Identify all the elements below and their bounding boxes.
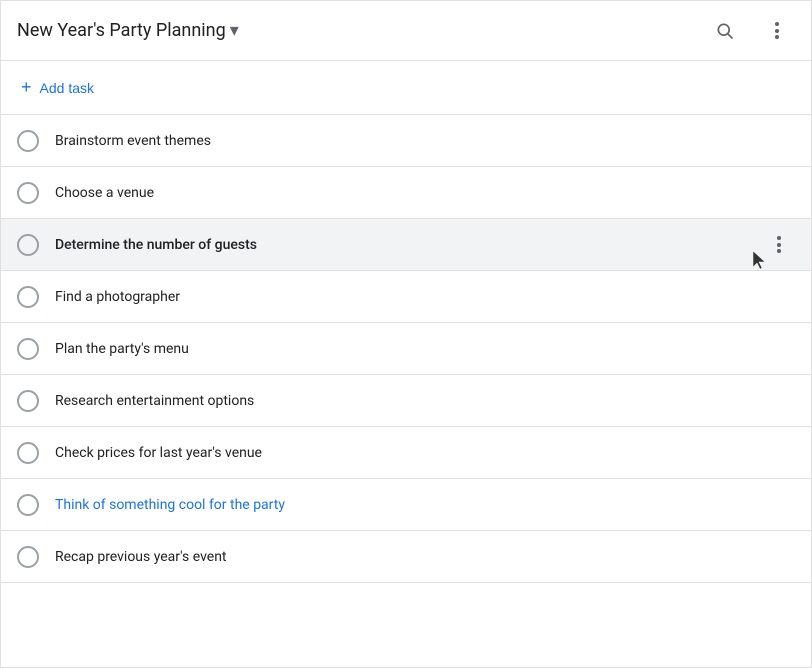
more-vert-icon (777, 496, 781, 513)
task-checkbox[interactable] (17, 338, 39, 360)
task-row: Check prices for last year's venue (1, 427, 811, 479)
more-vert-icon (777, 132, 781, 149)
chevron-down-icon[interactable]: ▾ (230, 20, 239, 41)
task-row: Plan the party's menu (1, 323, 811, 375)
more-vert-icon (777, 444, 781, 461)
task-text: Find a photographer (55, 289, 763, 305)
task-text: Determine the number of guests (55, 237, 763, 253)
task-list: Brainstorm event themes Choose a venue De… (1, 115, 811, 667)
task-text: Think of something cool for the party (55, 497, 763, 513)
search-icon (715, 21, 735, 41)
more-vert-icon (777, 236, 781, 253)
more-options-button[interactable] (759, 13, 795, 49)
task-text: Recap previous year's event (55, 549, 763, 565)
more-vert-icon (777, 548, 781, 565)
more-vert-icon (775, 22, 779, 39)
task-row: Recap previous year's event (1, 531, 811, 583)
task-more-button[interactable] (763, 229, 795, 261)
task-row: Choose a venue (1, 167, 811, 219)
task-row: Think of something cool for the party (1, 479, 811, 531)
header-left: New Year's Party Planning ▾ (17, 20, 239, 41)
plus-icon: + (21, 77, 32, 98)
header-actions (707, 13, 795, 49)
add-task-button[interactable]: + Add task (21, 77, 94, 98)
task-checkbox[interactable] (17, 442, 39, 464)
more-vert-icon (777, 184, 781, 201)
task-text: Plan the party's menu (55, 341, 763, 357)
task-checkbox[interactable] (17, 286, 39, 308)
task-row: Determine the number of guests (1, 219, 811, 271)
task-checkbox[interactable] (17, 546, 39, 568)
search-button[interactable] (707, 13, 743, 49)
task-text: Brainstorm event themes (55, 133, 763, 149)
task-checkbox[interactable] (17, 390, 39, 412)
more-vert-icon (777, 340, 781, 357)
task-checkbox[interactable] (17, 130, 39, 152)
task-text: Research entertainment options (55, 393, 763, 409)
task-checkbox[interactable] (17, 182, 39, 204)
task-checkbox[interactable] (17, 494, 39, 516)
page-title: New Year's Party Planning (17, 20, 226, 41)
task-text: Choose a venue (55, 185, 763, 201)
more-vert-icon (777, 288, 781, 305)
task-text: Check prices for last year's venue (55, 445, 763, 461)
add-task-label: Add task (40, 80, 94, 96)
app-container: New Year's Party Planning ▾ + Add (0, 0, 812, 668)
task-row: Research entertainment options (1, 375, 811, 427)
task-checkbox[interactable] (17, 234, 39, 256)
add-task-row: + Add task (1, 61, 811, 115)
task-row: Brainstorm event themes (1, 115, 811, 167)
more-vert-icon (777, 392, 781, 409)
task-row: Find a photographer (1, 271, 811, 323)
header: New Year's Party Planning ▾ (1, 1, 811, 61)
